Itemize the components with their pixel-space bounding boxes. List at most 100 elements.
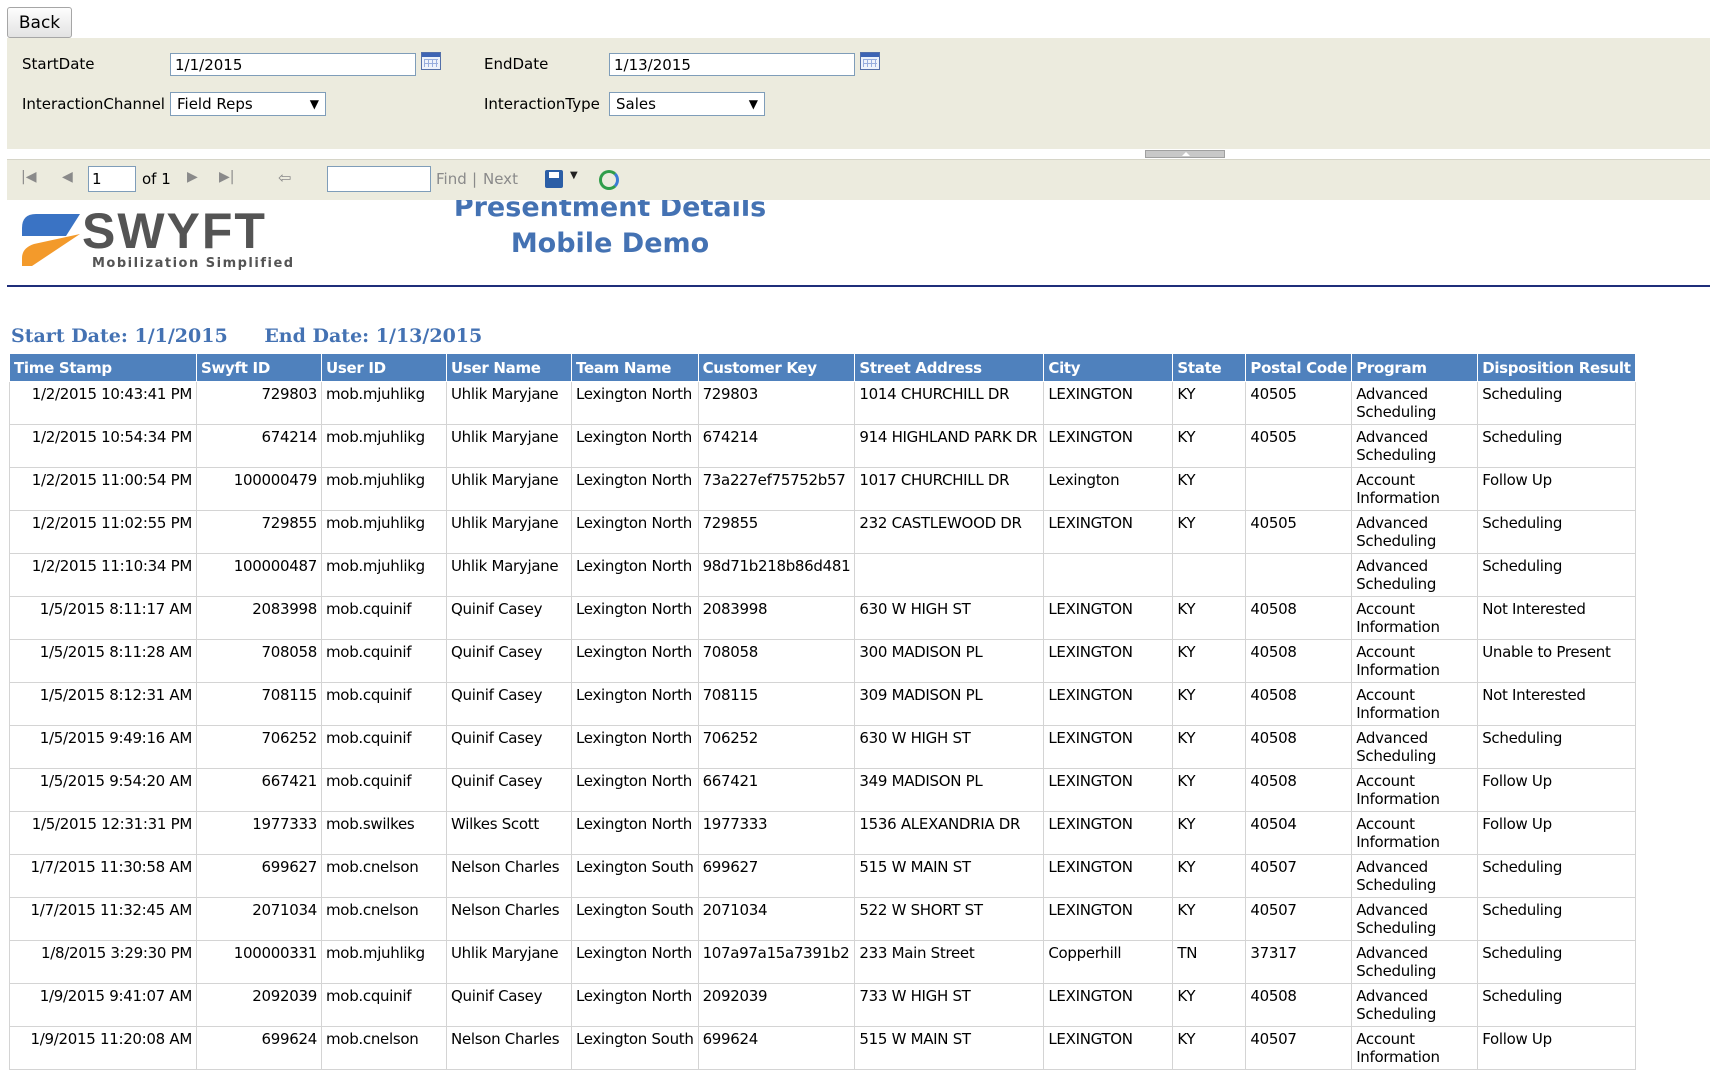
table-cell: 1/5/2015 8:11:28 AM (9, 639, 197, 683)
table-cell: Advanced Scheduling (1351, 381, 1479, 425)
table-row: 1/2/2015 11:10:34 PM 100000487 mob.mjuhlik… (9, 553, 1636, 597)
table-cell: Scheduling (1477, 983, 1636, 1027)
save-icon[interactable] (545, 170, 563, 188)
table-cell: 2083998 (196, 596, 322, 640)
table-cell: 349 MADISON PL (854, 768, 1045, 812)
table-cell: Scheduling (1477, 381, 1636, 425)
table-cell: Uhlik Maryjane (446, 553, 572, 597)
table-cell: 515 W MAIN ST (854, 1026, 1045, 1070)
table-cell: mob.mjuhlikg (321, 381, 447, 425)
table-cell: LEXINGTON (1043, 768, 1174, 812)
table-cell: 1/5/2015 8:11:17 AM (9, 596, 197, 640)
table-cell: 2071034 (196, 897, 322, 941)
table-cell: 733 W HIGH ST (854, 983, 1045, 1027)
refresh-icon[interactable] (599, 170, 619, 190)
collapse-parameters-handle[interactable] (1145, 150, 1225, 158)
end-date-input[interactable]: 1/13/2015 (609, 53, 855, 76)
table-cell: Account Information (1351, 639, 1479, 683)
report-title-text: Presentment Details (453, 200, 767, 223)
table-cell: KY (1172, 639, 1247, 683)
back-history-icon[interactable]: ⇦ (278, 168, 291, 187)
table-cell: 1/9/2015 9:41:07 AM (9, 983, 197, 1027)
column-header: Street Address (854, 353, 1045, 382)
table-cell: Lexington (1043, 467, 1174, 511)
interaction-type-select[interactable]: Sales ▼ (609, 92, 765, 116)
table-cell: Lexington North (571, 639, 699, 683)
table-cell: 40508 (1245, 983, 1353, 1027)
logo-tagline: Mobilization Simplified (92, 256, 295, 271)
find-separator: | (472, 170, 478, 188)
start-date-input[interactable]: 1/1/2015 (170, 53, 416, 76)
table-cell: 40507 (1245, 1026, 1353, 1070)
table-cell: Lexington North (571, 682, 699, 726)
table-cell: 1536 ALEXANDRIA DR (854, 811, 1045, 855)
table-cell: Account Information (1351, 811, 1479, 855)
find-link[interactable]: Find (436, 170, 467, 188)
interaction-channel-select[interactable]: Field Reps ▼ (170, 92, 326, 116)
report-title: Presentment Details Mobile Demo (360, 200, 860, 262)
calendar-icon[interactable] (860, 52, 880, 70)
next-page-icon[interactable]: ▶ (187, 169, 198, 185)
end-date-label: EndDate (484, 55, 549, 73)
table-cell: Advanced Scheduling (1351, 854, 1479, 898)
table-cell: 40505 (1245, 510, 1353, 554)
table-cell: 1977333 (196, 811, 322, 855)
last-page-icon[interactable]: ▶| (219, 169, 234, 185)
calendar-icon[interactable] (421, 52, 441, 70)
table-row: 1/8/2015 3:29:30 PM 100000331 mob.mjuhlikg… (9, 940, 1636, 984)
table-cell: Lexington South (571, 897, 699, 941)
table-cell: Advanced Scheduling (1351, 725, 1479, 769)
table-row: 1/2/2015 10:43:41 PM 729803 mob.mjuhlikg Uh… (9, 381, 1636, 425)
table-cell: Lexington North (571, 381, 699, 425)
table-cell: 107a97a15a7391b2 (697, 940, 856, 984)
find-text-input[interactable] (327, 166, 431, 192)
table-cell: mob.cnelson (321, 1026, 447, 1070)
back-button[interactable]: Back (7, 7, 72, 38)
table-cell: 40507 (1245, 897, 1353, 941)
table-cell: LEXINGTON (1043, 682, 1174, 726)
table-cell: Lexington South (571, 854, 699, 898)
table-cell: Quinif Casey (446, 682, 572, 726)
table-cell: mob.cnelson (321, 854, 447, 898)
table-cell: LEXINGTON (1043, 1026, 1174, 1070)
table-cell: mob.mjuhlikg (321, 467, 447, 511)
table-cell: 1/7/2015 11:30:58 AM (9, 854, 197, 898)
table-cell: Lexington North (571, 725, 699, 769)
table-row: 1/2/2015 10:54:34 PM 674214 mob.mjuhlikg Uh… (9, 424, 1636, 468)
table-cell: KY (1172, 725, 1247, 769)
table-cell: 232 CASTLEWOOD DR (854, 510, 1045, 554)
first-page-icon[interactable]: |◀ (21, 169, 36, 185)
table-cell: 100000331 (196, 940, 322, 984)
table-cell: 1017 CHURCHILL DR (854, 467, 1045, 511)
table-cell: KY (1172, 897, 1247, 941)
table-cell: 708115 (697, 682, 856, 726)
table-cell: LEXINGTON (1043, 381, 1174, 425)
table-cell: 98d71b218b86d481 (697, 553, 856, 597)
table-cell: 1/5/2015 9:54:20 AM (9, 768, 197, 812)
table-cell: Follow Up (1477, 467, 1636, 511)
table-cell: mob.mjuhlikg (321, 424, 447, 468)
table-row: 1/5/2015 9:54:20 AM 667421 mob.cquinif Quin… (9, 768, 1636, 812)
table-cell: 708115 (196, 682, 322, 726)
table-cell: Quinif Casey (446, 768, 572, 812)
table-cell: 2092039 (196, 983, 322, 1027)
table-row: 1/2/2015 11:02:55 PM 729855 mob.mjuhlikg Uh… (9, 510, 1636, 554)
export-dropdown-icon[interactable]: ▼ (570, 170, 578, 181)
table-cell: Wilkes Scott (446, 811, 572, 855)
prev-page-icon[interactable]: ◀ (62, 169, 73, 185)
table-cell: mob.cquinif (321, 639, 447, 683)
column-header: State (1172, 353, 1247, 382)
swyft-logo: SWYFT Mobilization Simplified (22, 203, 295, 271)
next-link[interactable]: Next (483, 170, 518, 188)
table-cell: 40508 (1245, 682, 1353, 726)
table-cell: 708058 (196, 639, 322, 683)
table-cell: Scheduling (1477, 553, 1636, 597)
table-cell: 1/5/2015 12:31:31 PM (9, 811, 197, 855)
table-cell: 699624 (196, 1026, 322, 1070)
table-body: 1/2/2015 10:43:41 PM 729803 mob.mjuhlikg Uh… (9, 381, 1636, 1070)
table-cell: KY (1172, 1026, 1247, 1070)
table-cell: Not Interested (1477, 682, 1636, 726)
table-cell: 515 W MAIN ST (854, 854, 1045, 898)
page-number-input[interactable]: 1 (88, 166, 136, 192)
table-cell (1245, 467, 1353, 511)
